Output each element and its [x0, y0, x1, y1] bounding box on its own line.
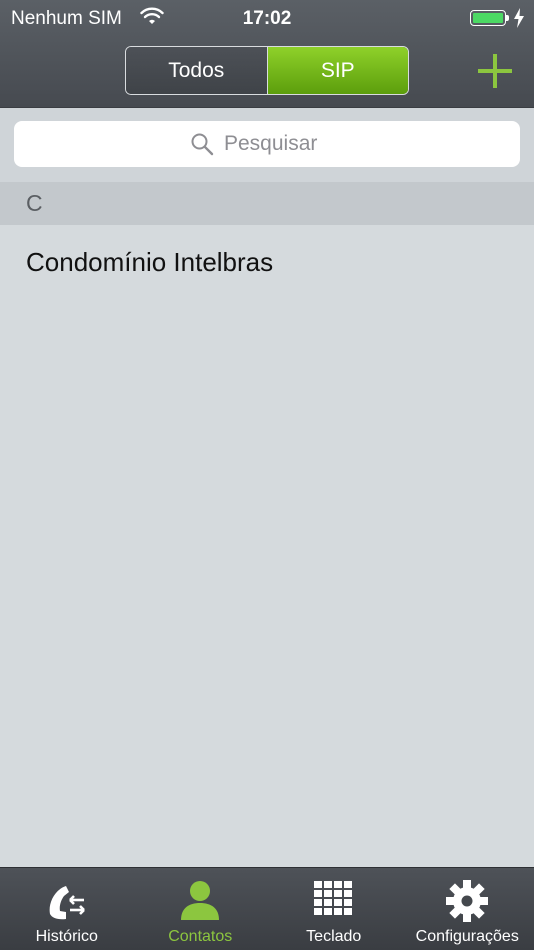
section-header-c: C — [0, 182, 534, 225]
status-bar: Nenhum SIM 17:02 — [0, 0, 534, 36]
status-time: 17:02 — [242, 8, 292, 29]
tab-label-configuracoes: Configurações — [415, 928, 519, 945]
tab-label-historico: Histórico — [35, 928, 98, 945]
segment-todos[interactable]: Todos — [126, 47, 268, 94]
contact-row[interactable]: Condomínio Intelbras — [0, 225, 534, 299]
search-input[interactable] — [224, 132, 344, 156]
search-bar-area — [0, 108, 534, 182]
person-icon — [181, 881, 220, 920]
keypad-icon — [313, 881, 352, 915]
battery-level — [473, 13, 503, 23]
gear-icon — [446, 880, 489, 922]
tab-teclado[interactable]: Teclado — [267, 868, 401, 950]
search-icon — [191, 133, 214, 156]
contacts-filter-segmented-control: Todos SIP — [125, 46, 409, 95]
navigation-bar: Nenhum SIM 17:02 Todos SIP — [0, 0, 534, 108]
search-box[interactable] — [14, 121, 520, 167]
tab-historico[interactable]: Histórico — [0, 868, 134, 950]
plus-icon[interactable] — [476, 52, 514, 90]
tab-contatos[interactable]: Contatos — [134, 868, 268, 950]
segment-sip[interactable]: SIP — [267, 47, 408, 94]
tab-label-teclado: Teclado — [306, 928, 362, 945]
phone-history-icon — [49, 886, 85, 920]
tab-bar: Histórico Contatos Teclado Configurações — [0, 867, 534, 950]
tab-configuracoes[interactable]: Configurações — [401, 868, 534, 950]
tab-label-contatos: Contatos — [168, 928, 233, 945]
charging-bolt-icon — [514, 8, 524, 28]
battery-icon — [470, 10, 506, 26]
battery-tip — [506, 15, 509, 21]
